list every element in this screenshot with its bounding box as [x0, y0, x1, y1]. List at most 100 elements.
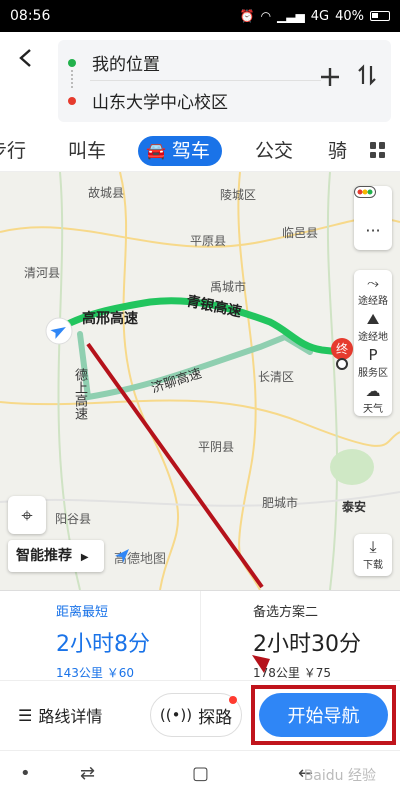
swap-icon [358, 64, 376, 86]
road-label: 德上高速 [72, 368, 87, 420]
destination-field[interactable]: 山东大学中心校区 [68, 88, 228, 113]
destination-label: 山东大学中心校区 [92, 93, 228, 113]
locate-button[interactable]: ⌖ [8, 496, 46, 534]
swap-button[interactable] [357, 64, 377, 92]
service-area-label: 服务区 [358, 368, 388, 379]
signal-icon: ▁▃▅ [277, 9, 305, 23]
service-area-button[interactable]: P 服务区 [354, 342, 392, 379]
alarm-icon: ⏰ [239, 9, 255, 23]
tab-taxi[interactable]: 叫车 [68, 136, 106, 166]
annotation-arrowhead-icon [252, 655, 270, 673]
nav-switch-icon[interactable]: ⇄ [80, 763, 95, 784]
traffic-button[interactable] [354, 186, 392, 218]
tab-walk[interactable]: 步行 [0, 136, 26, 166]
tab-bus[interactable]: 公交 [255, 136, 293, 166]
map-place-label: 肥城市 [262, 496, 299, 510]
waypoint-icon: ⛰ [366, 310, 380, 328]
plan-duration: 2小时8分 [56, 632, 150, 657]
amap-logo: 高德地图 [114, 548, 166, 567]
more-icon: ··· [365, 221, 381, 240]
download-icon: ⤓ [369, 537, 377, 556]
start-navigation-button[interactable]: 开始导航 [259, 693, 388, 737]
broadcast-icon: ((•)) [159, 706, 193, 724]
route-plans: 距离最短 2小时8分 143公里 ￥60 备选方案二 2小时30分 178公里 … [0, 590, 400, 681]
map-tools-panel: ⤳ 途经路 ⛰ 途经地 P 服务区 ☁ 天气 [354, 270, 392, 416]
weather-button[interactable]: ☁ 天气 [354, 378, 392, 415]
explore-button[interactable]: ((•)) 探路 [150, 693, 242, 737]
map-place-label: 禹城市 [210, 280, 247, 294]
my-location-icon [45, 317, 73, 345]
route-point-label: 途经路 [358, 296, 388, 307]
smart-recommend-label: 智能推荐 [16, 548, 72, 564]
status-time: 08:56 [10, 8, 51, 24]
map-place-label: 阳谷县 [55, 512, 92, 526]
system-nav-bar: • ⇄ ▢ ← Baidu 经验 [0, 750, 400, 800]
add-waypoint-button[interactable] [319, 62, 341, 95]
route-point-icon: ⤳ [366, 274, 379, 292]
plan-tag: 距离最短 [56, 605, 109, 620]
road-label: 高邢高速 [82, 311, 138, 327]
route-point-button[interactable]: ⤳ 途经路 [354, 270, 392, 307]
map-place-label: 陵城区 [220, 188, 257, 202]
status-icons: ⏰ ◠ ▁▃▅ 4G 40% [240, 9, 390, 24]
notification-dot [229, 696, 237, 704]
destination-pin-icon [336, 358, 348, 370]
origin-label: 我的位置 [92, 55, 160, 75]
wifi-icon: ◠ [260, 9, 272, 23]
plan-card[interactable]: 备选方案二 2小时30分 178公里 ￥75 [200, 591, 400, 681]
route-detail-label: 路线详情 [38, 707, 103, 726]
network-type: 4G [310, 8, 330, 24]
route-detail-button[interactable]: ☰ 路线详情 [18, 703, 102, 727]
download-button[interactable]: ⤓ 下载 [354, 534, 392, 576]
traffic-icon [354, 186, 376, 198]
nav-dot-icon[interactable]: • [20, 763, 31, 784]
plan-card[interactable]: 距离最短 2小时8分 143公里 ￥60 [0, 591, 200, 681]
tab-drive-label: 驾车 [171, 140, 210, 162]
waypoint-label: 途经地 [358, 332, 388, 343]
map-view[interactable]: 故城县 陵城区 平原县 临邑县 清河县 禹城市 长清区 平阴县 肥城市 阳谷县 … [0, 172, 400, 590]
map-place-label: 故城县 [88, 186, 125, 200]
waypoint-button[interactable]: ⛰ 途经地 [354, 306, 392, 343]
nav-home-icon[interactable]: ▢ [192, 763, 209, 784]
more-button[interactable]: ··· [354, 218, 392, 250]
map-place-label: 临邑县 [282, 226, 319, 240]
smart-recommend-button[interactable]: 智能推荐 ▶ [8, 540, 104, 572]
amap-logo-icon [115, 549, 129, 563]
play-icon: ▶ [80, 552, 89, 563]
back-button[interactable] [12, 44, 40, 72]
destination-dot-icon [68, 96, 76, 105]
route-connector [71, 70, 73, 88]
map-place-label: 平阴县 [198, 440, 235, 454]
map-place-label: 平原县 [190, 234, 227, 248]
more-modes-icon[interactable] [370, 142, 386, 158]
plan-info: 143公里 ￥60 [56, 666, 134, 680]
chevron-left-icon [19, 49, 31, 67]
map-tools-top: ··· [354, 186, 392, 250]
watermark: Baidu 经验 [303, 768, 376, 784]
explore-label: 探路 [198, 707, 233, 728]
plus-icon [321, 68, 339, 86]
weather-icon: ☁ [365, 382, 381, 400]
tab-drive[interactable]: 🚘 驾车 [138, 136, 222, 166]
battery-icon [370, 11, 390, 21]
service-area-icon: P [368, 346, 378, 364]
transport-tabs: 步行 叫车 🚘 驾车 公交 骑 [0, 128, 400, 172]
status-bar: 08:56 ⏰ ◠ ▁▃▅ 4G 40% [0, 0, 400, 32]
weather-label: 天气 [363, 404, 383, 415]
plan-tag: 备选方案二 [253, 605, 319, 620]
download-label: 下载 [363, 560, 383, 571]
crosshair-icon: ⌖ [21, 503, 33, 527]
route-header: 我的位置 山东大学中心校区 [0, 32, 400, 128]
route-inputs: 我的位置 山东大学中心校区 [58, 40, 391, 122]
origin-field[interactable]: 我的位置 [68, 50, 160, 75]
origin-dot-icon [68, 58, 76, 67]
action-bar: ☰ 路线详情 ((•)) 探路 开始导航 [0, 680, 400, 750]
map-place-label: 清河县 [24, 266, 61, 280]
car-icon: 🚘 [146, 141, 166, 160]
list-icon: ☰ [18, 705, 33, 725]
battery-percent: 40% [335, 8, 364, 24]
map-place-label: 泰安 [342, 500, 367, 514]
field-divider [90, 80, 321, 81]
destination-marker[interactable]: 终 [331, 338, 353, 360]
tab-bike[interactable]: 骑 [328, 136, 347, 166]
